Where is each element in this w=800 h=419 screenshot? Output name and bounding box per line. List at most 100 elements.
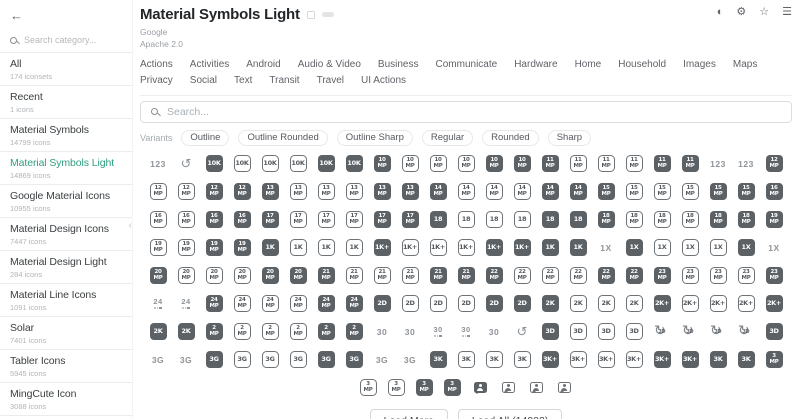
icon-tile[interactable]: 21MP [428, 266, 448, 286]
icon-tile[interactable]: 12MP [176, 182, 196, 202]
icon-tile[interactable]: 2MP [288, 322, 308, 342]
icon-tile[interactable]: 17MP [288, 210, 308, 230]
icon-tile[interactable]: 19MP [204, 238, 224, 258]
icon-tile[interactable]: 2MP [344, 322, 364, 342]
icon-tile[interactable]: 3G [232, 350, 252, 370]
iconset-item[interactable]: Recent1 icons [0, 86, 132, 119]
icon-tile[interactable]: 2K+ [652, 294, 672, 314]
icon-tile[interactable]: 18MP [652, 210, 672, 230]
icon-tile[interactable]: 10MP [456, 154, 476, 174]
icon-tile[interactable]: 23MP [764, 266, 784, 286]
icon-tile[interactable]: ↻3D [652, 322, 672, 342]
icon-tile[interactable]: 21MP [344, 266, 364, 286]
menu-icon[interactable]: ☰ [782, 5, 792, 19]
icon-tile[interactable]: 19MP [232, 238, 252, 258]
icon-tile[interactable]: 2K [148, 322, 168, 342]
icon-tile[interactable]: 18MP [596, 210, 616, 230]
icon-tile[interactable]: 30 [428, 322, 448, 342]
rotate-gesture-icon[interactable]: ↺ [176, 154, 196, 174]
icon-tile[interactable]: 21MP [456, 266, 476, 286]
icon-tile[interactable]: 14MP [456, 182, 476, 202]
icon-tile[interactable]: 23MP [708, 266, 728, 286]
icon-tile[interactable]: 2K+ [764, 294, 784, 314]
icon-tile[interactable]: 15MP [624, 182, 644, 202]
icon-tile[interactable]: 17MP [344, 210, 364, 230]
icon-tile[interactable]: 24MP [344, 294, 364, 314]
icon-tile[interactable]: 3G [344, 350, 364, 370]
icon-tile[interactable]: 18 [456, 210, 476, 230]
icon-tile[interactable]: 3K [736, 350, 756, 370]
icon-tile[interactable]: 3G [148, 350, 168, 370]
icon-tile[interactable]: 15MP [596, 182, 616, 202]
icon-tile[interactable]: 22MP [624, 266, 644, 286]
icon-tile[interactable]: 15MP [736, 182, 756, 202]
icon-tile[interactable]: 10MP [400, 154, 420, 174]
icon-tile[interactable]: 10K [288, 154, 308, 174]
icon-tile[interactable]: 10MP [512, 154, 532, 174]
icon-tile[interactable]: 1K+ [428, 238, 448, 258]
icon-tile[interactable]: 10K [316, 154, 336, 174]
icon-tile[interactable]: 10MP [484, 154, 504, 174]
icon-tile[interactable]: 14MP [568, 182, 588, 202]
sidebar-collapse-icon[interactable]: ‹ [129, 220, 132, 231]
icon-tile[interactable]: 13MP [288, 182, 308, 202]
icon-tile[interactable]: 3MP [442, 378, 462, 398]
iconset-item[interactable]: Tabler Icons5945 icons [0, 350, 132, 383]
icon-tile[interactable]: 3MP [764, 350, 784, 370]
variant-pill[interactable]: Regular [422, 130, 473, 146]
category-link[interactable]: Privacy [140, 75, 173, 86]
icon-tile[interactable]: 3K [484, 350, 504, 370]
icon-tile[interactable]: 15MP [652, 182, 672, 202]
icon-tile[interactable]: 3G [176, 350, 196, 370]
icon-tile[interactable]: 12MP [764, 154, 784, 174]
icon-tile[interactable]: 2D [372, 294, 392, 314]
category-link[interactable]: Communicate [436, 59, 498, 70]
icon-tile[interactable]: 2K+ [680, 294, 700, 314]
icon-tile[interactable]: 3K [456, 350, 476, 370]
icon-tile[interactable]: 1K [260, 238, 280, 258]
icon-tile[interactable]: 21MP [316, 266, 336, 286]
icon-tile[interactable]: 1K [316, 238, 336, 258]
icon-tile[interactable]: 14MP [484, 182, 504, 202]
variant-pill[interactable]: Rounded [482, 130, 539, 146]
icon-tile[interactable]: 3K+ [624, 350, 644, 370]
icon-tile[interactable]: 10K [344, 154, 364, 174]
icon-tile[interactable]: 11MP [540, 154, 560, 174]
icon-tile[interactable]: 18 [540, 210, 560, 230]
category-link[interactable]: Transit [269, 75, 299, 86]
load-all-button[interactable]: Load All (14902) [458, 409, 562, 419]
icon-tile[interactable]: 16MP [232, 210, 252, 230]
icon-tile[interactable]: 16MP [764, 182, 784, 202]
icon-tile[interactable]: 123 [736, 154, 756, 174]
icon-tile[interactable]: 1K+ [512, 238, 532, 258]
icon-tile[interactable]: 24MP [260, 294, 280, 314]
icon-tile[interactable]: 17MP [372, 210, 392, 230]
category-link[interactable]: Travel [317, 75, 344, 86]
icon-tile[interactable]: 3G [316, 350, 336, 370]
icon-tile[interactable]: 11MP [624, 154, 644, 174]
icon-tile[interactable]: 16MP [204, 210, 224, 230]
icon-tile[interactable]: 2D [456, 294, 476, 314]
icon-tile[interactable]: 20MP [148, 266, 168, 286]
icon-tile[interactable]: 18MP [708, 210, 728, 230]
icon-tile[interactable]: 123 [708, 154, 728, 174]
icon-tile[interactable]: 3K [428, 350, 448, 370]
icon-tile[interactable]: 3G [260, 350, 280, 370]
load-more-button[interactable]: Load More [370, 409, 448, 419]
icon-tile[interactable]: ↻3D [736, 322, 756, 342]
category-link[interactable]: Household [618, 59, 666, 70]
category-link[interactable]: Maps [733, 59, 757, 70]
icon-tile[interactable] [526, 378, 546, 398]
icon-tile[interactable]: 3K+ [652, 350, 672, 370]
category-link[interactable]: Images [683, 59, 716, 70]
icon-tile[interactable]: 1X [652, 238, 672, 258]
icon-tile[interactable]: 123 [148, 154, 168, 174]
rotate-gesture-icon[interactable]: ↺ [512, 322, 532, 342]
icon-tile[interactable]: 30 [400, 322, 420, 342]
icon-tile[interactable]: 18 [428, 210, 448, 230]
icon-tile[interactable]: 2K [596, 294, 616, 314]
icon-tile[interactable]: 3G [400, 350, 420, 370]
icon-tile[interactable]: 3MP [414, 378, 434, 398]
icon-tile[interactable]: 23MP [736, 266, 756, 286]
icon-tile[interactable]: 1X [624, 238, 644, 258]
